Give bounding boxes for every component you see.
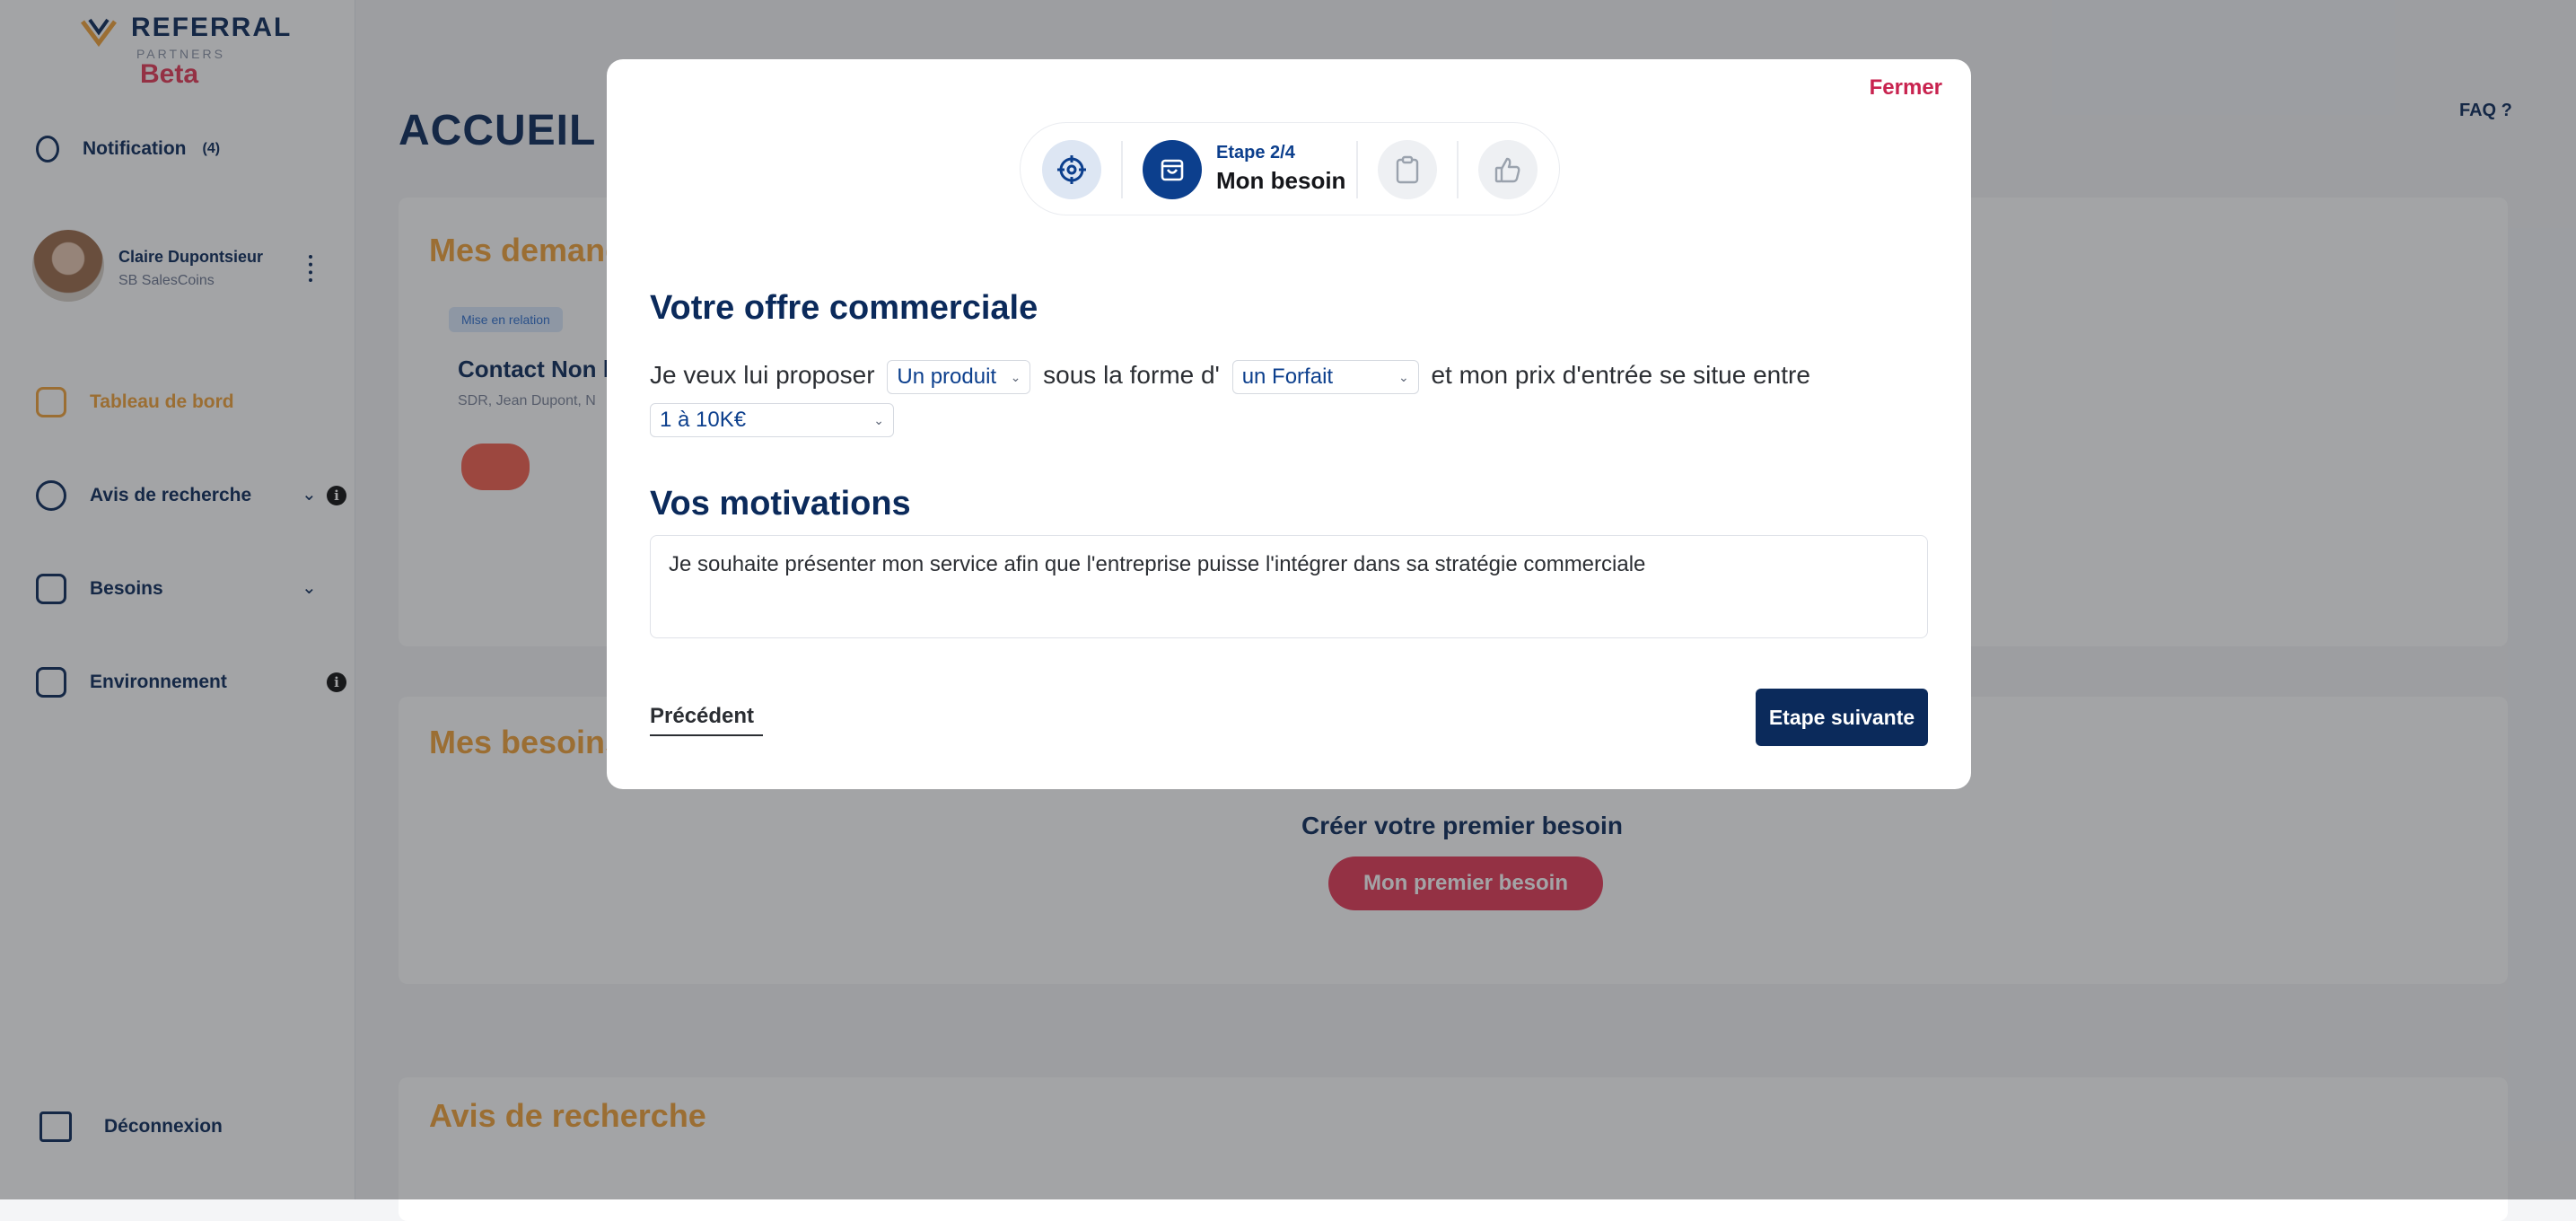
price-select[interactable]: 1 à 10K€ ⌄ [650,402,894,437]
offer-text-1: Je veux lui proposer [650,361,875,389]
motivations-heading: Vos motivations [650,485,911,523]
form-select[interactable]: un Forfait ⌄ [1231,359,1419,394]
step-4[interactable] [1478,140,1538,199]
step-divider [1121,141,1123,198]
shopping-bag-icon [1161,159,1184,181]
stepper: Etape 2/4 Mon besoin [1020,122,1560,215]
need-modal: Fermer Etape 2/4 Mon besoin Votre offre … [607,59,1971,789]
step-divider [1356,141,1358,198]
select-value: 1 à 10K€ [660,407,747,432]
step-1[interactable] [1042,140,1101,199]
close-button[interactable]: Fermer [1870,75,1942,101]
chevron-down-icon: ⌄ [1398,369,1409,384]
offer-text-3: et mon prix d'entrée se situe entre [1431,361,1810,389]
chevron-down-icon: ⌄ [873,412,884,427]
current-step-label: Etape 2/4 Mon besoin [1216,143,1345,195]
select-value: Un produit [897,364,997,389]
step-2[interactable] [1143,140,1202,199]
previous-button[interactable]: Précédent [650,704,764,736]
offer-sentence: Je veux lui proposer Un produit ⌄ sous la… [650,354,1924,440]
next-step-button[interactable]: Etape suivante [1756,689,1928,746]
offer-heading: Votre offre commerciale [650,289,1038,327]
chevron-down-icon: ⌄ [1010,369,1021,384]
step-number: Etape 2/4 [1216,143,1295,163]
thumbs-up-icon [1494,157,1520,183]
motivations-textarea[interactable]: Je souhaite présenter mon service afin q… [650,535,1928,638]
offer-text-2: sous la forme d' [1043,361,1220,389]
product-select[interactable]: Un produit ⌄ [887,359,1031,394]
select-value: un Forfait [1241,364,1334,389]
clipboard-icon [1396,155,1419,184]
step-3[interactable] [1378,140,1437,199]
target-icon [1057,155,1086,184]
step-name: Mon besoin [1216,167,1346,194]
step-divider [1457,141,1459,198]
